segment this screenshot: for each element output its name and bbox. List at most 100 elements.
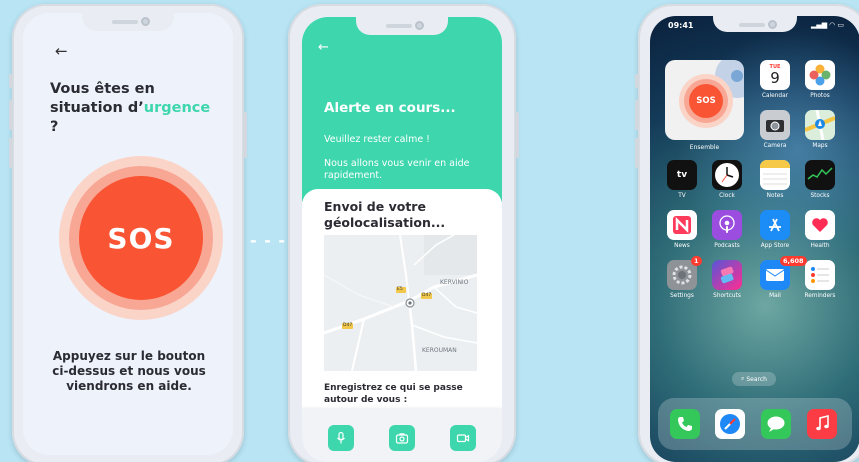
app-label: Photos (810, 93, 830, 99)
app-safari[interactable] (715, 409, 745, 439)
side-button (635, 74, 639, 88)
wifi-icon: ◠ (829, 21, 835, 29)
app-maps[interactable] (805, 110, 835, 140)
notch (82, 13, 174, 31)
app-news[interactable] (667, 210, 697, 240)
search-button[interactable]: ⌕ Search (732, 372, 776, 386)
widget-sos-button[interactable]: SOS (689, 84, 723, 118)
app-notes[interactable] (760, 160, 790, 190)
search-icon: ⌕ (741, 375, 745, 382)
clock-icon (715, 163, 739, 187)
app-label: News (674, 243, 690, 249)
notes-header (760, 160, 790, 168)
widget-label: Ensemble (689, 144, 720, 151)
app-app-store[interactable] (760, 210, 790, 240)
connector-dashes: - - - (250, 231, 287, 250)
notes-icon (763, 173, 787, 185)
calendar-date: 9 (770, 69, 780, 87)
place-label-kervinio: KERVINIO (440, 279, 469, 286)
app-camera[interactable] (760, 110, 790, 140)
record-action-bar (302, 409, 502, 462)
urgence-highlight: urgence (143, 100, 211, 116)
phone-frame-sos: ← Vous êtes en situation d’urgence ? SOS… (9, 4, 247, 462)
app-photos[interactable] (805, 60, 835, 90)
app-label: Podcasts (714, 243, 740, 249)
camera-app-icon (766, 120, 784, 132)
app-label: Clock (719, 193, 735, 199)
photos-icon (809, 64, 831, 86)
app-label: Mail (769, 293, 781, 299)
app-label: Health (810, 243, 830, 249)
app-shortcuts[interactable] (712, 260, 742, 290)
app-label: Stocks (810, 193, 830, 199)
news-icon (673, 216, 691, 234)
app-store-icon (769, 218, 781, 232)
volume-button (9, 138, 13, 168)
app-messages[interactable] (761, 409, 791, 439)
app-clock[interactable] (712, 160, 742, 190)
app-label: Camera (763, 143, 787, 149)
app-calendar[interactable]: TUE 9 (760, 60, 790, 90)
sos-button[interactable]: SOS (79, 176, 203, 300)
microphone-icon (337, 431, 345, 444)
phone-icon (678, 417, 692, 431)
screen-sos: ← Vous êtes en situation d’urgence ? SOS… (23, 13, 233, 455)
mail-icon (765, 269, 785, 281)
phone-frame-homescreen: 09:41 ▂▄▆ ◠ ▭ SOS Ensemble TUE 9 Calenda… (635, 4, 859, 462)
app-label: Reminders (804, 293, 836, 299)
app-phone[interactable] (670, 409, 700, 439)
volume-button (9, 100, 13, 130)
calm-text: Veuillez rester calme ! (324, 134, 430, 145)
app-music[interactable] (807, 409, 837, 439)
app-reminders[interactable] (805, 260, 835, 290)
back-arrow-icon[interactable]: ← (318, 40, 329, 55)
safari-icon (720, 414, 740, 434)
microphone-button[interactable] (328, 425, 354, 451)
status-icons: ▂▄▆ ◠ ▭ (811, 21, 844, 29)
location-map[interactable]: E5 D47 D47 KERVINIO KEROUMAN (324, 235, 477, 371)
screen-homescreen: 09:41 ▂▄▆ ◠ ▭ SOS Ensemble TUE 9 Calenda… (650, 16, 859, 462)
app-label: Maps (812, 143, 828, 149)
side-button (9, 74, 13, 88)
app-stocks[interactable] (805, 160, 835, 190)
app-health[interactable] (805, 210, 835, 240)
back-arrow-icon[interactable]: ← (55, 42, 68, 60)
power-button (243, 112, 247, 158)
stocks-icon (807, 167, 833, 180)
status-time: 09:41 (668, 21, 694, 30)
volume-button (635, 138, 639, 168)
shortcuts-icon (720, 266, 734, 284)
app-label: Shortcuts (713, 293, 741, 299)
video-button[interactable] (450, 425, 476, 451)
geolocation-title: Envoi de votre géolocalisation... (324, 199, 446, 230)
app-label: Calendar (761, 93, 789, 99)
screen-alert: ← Alerte en cours... Veuillez rester cal… (302, 17, 502, 462)
heart-icon (812, 218, 828, 232)
app-podcasts[interactable] (712, 210, 742, 240)
volume-button (635, 100, 639, 130)
app-label: TV (678, 193, 686, 199)
settings-badge: 1 (691, 256, 702, 266)
maps-icon (805, 110, 835, 140)
reminders-icon (811, 267, 829, 283)
place-label-kerouman: KEROUMAN (422, 347, 457, 354)
dock (658, 398, 852, 450)
app-label: Settings (670, 293, 694, 299)
gear-icon (672, 265, 692, 285)
road-label: D47 (422, 293, 432, 298)
messages-icon (767, 416, 785, 432)
video-camera-icon (456, 434, 470, 443)
page-title: Vous êtes en situation d’urgence ? (50, 81, 211, 135)
power-button (515, 112, 519, 158)
alert-title: Alerte en cours... (324, 100, 456, 116)
sos-widget[interactable]: SOS (665, 60, 744, 140)
widget-dot (731, 70, 743, 82)
camera-icon (395, 433, 409, 444)
app-label: Notes (766, 193, 784, 199)
app-tv[interactable]: tv (667, 160, 697, 190)
signal-icon: ▂▄▆ (810, 21, 828, 29)
camera-button[interactable] (389, 425, 415, 451)
record-prompt: Enregistrez ce qui se passe autour de vo… (324, 383, 463, 405)
podcasts-icon (719, 215, 735, 233)
battery-icon: ▭ (837, 21, 844, 29)
